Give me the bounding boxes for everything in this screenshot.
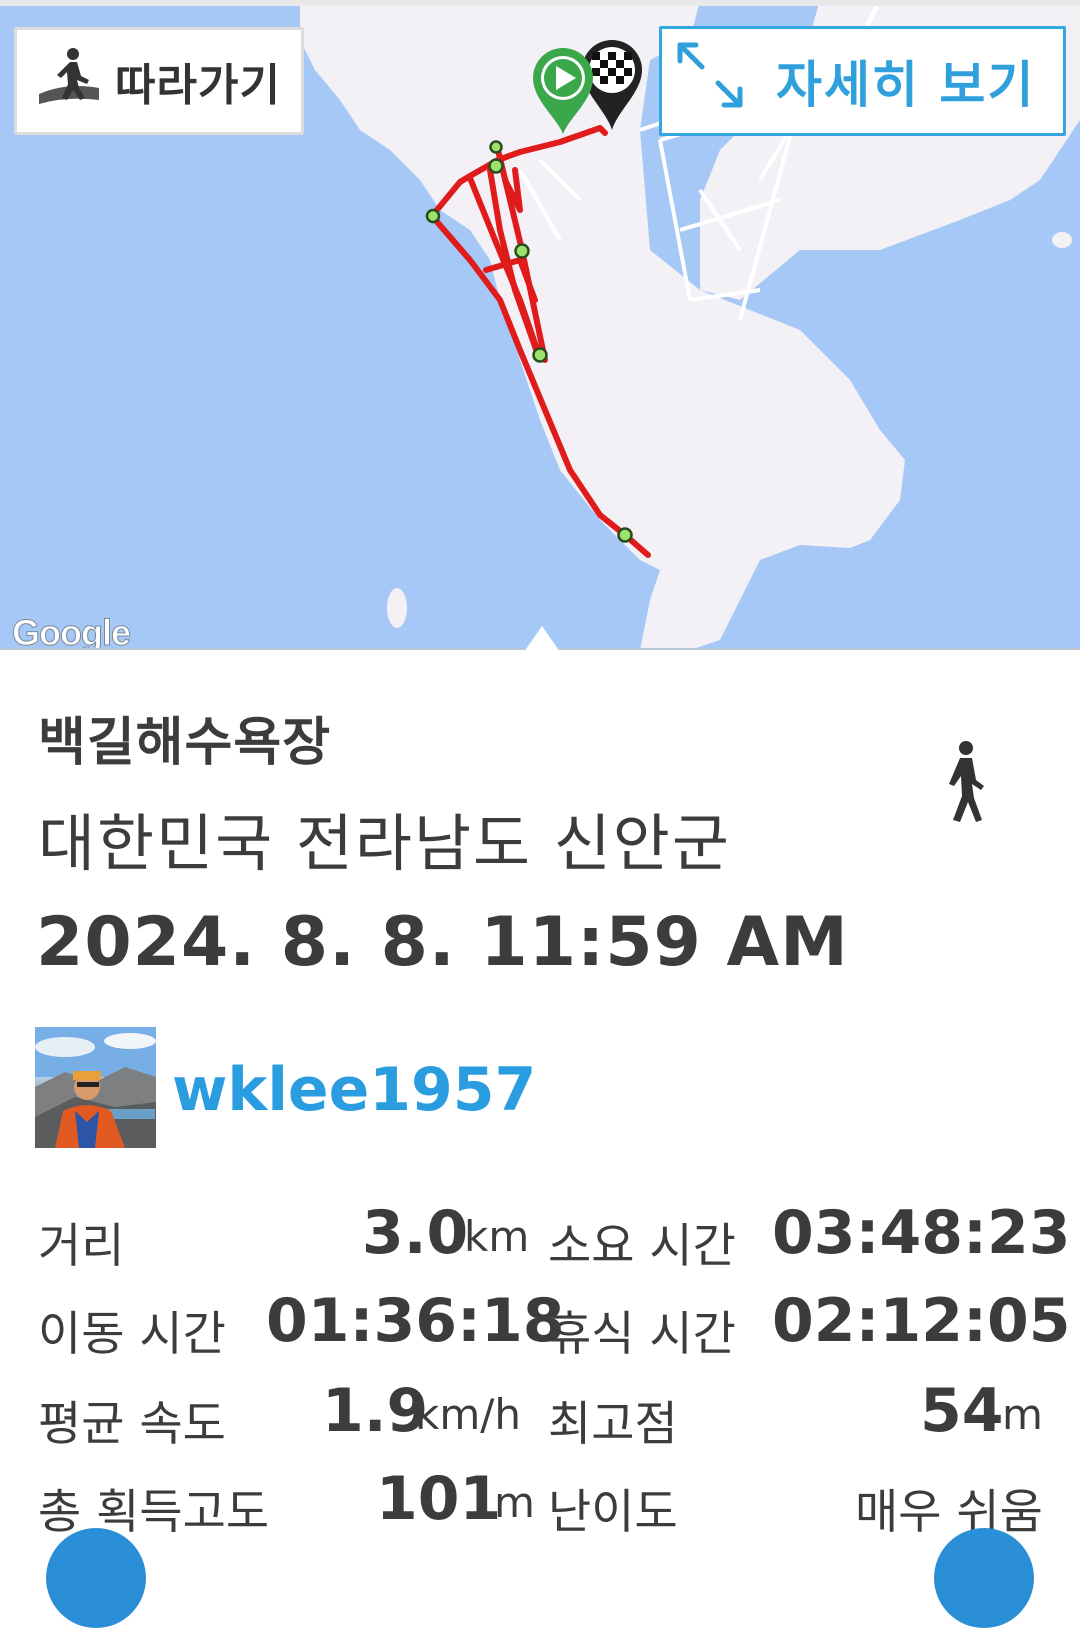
google-attribution: Google bbox=[12, 612, 132, 651]
floating-action-button-left[interactable] bbox=[46, 1528, 146, 1628]
moving-time-label: 이동 시간 bbox=[38, 1307, 226, 1362]
difficulty-label: 난이도 bbox=[548, 1485, 678, 1540]
username-link[interactable]: wklee1957 bbox=[172, 1055, 536, 1125]
region-text: 대한민국 전라남도 신안군 bbox=[38, 807, 731, 880]
distance-unit: km bbox=[464, 1212, 530, 1261]
follow-button-label: 따라가기 bbox=[115, 60, 281, 111]
waypoint-marker bbox=[617, 527, 633, 543]
waypoint-marker bbox=[514, 243, 530, 259]
duration-value: 03:48:23 bbox=[772, 1198, 1071, 1268]
elevation-gain-unit: m bbox=[494, 1478, 535, 1527]
route-map[interactable]: 따라가기 자세히 보기 Google bbox=[0, 0, 1080, 650]
max-altitude-value: 54 bbox=[920, 1376, 1004, 1446]
floating-action-button-right[interactable] bbox=[934, 1528, 1034, 1628]
hiker-icon bbox=[37, 44, 101, 119]
waypoint-marker bbox=[488, 158, 504, 174]
difficulty-value: 매우 쉬움 bbox=[855, 1485, 1043, 1540]
status-strip bbox=[0, 0, 1080, 6]
view-details-button[interactable]: 자세히 보기 bbox=[659, 26, 1066, 136]
follow-button[interactable]: 따라가기 bbox=[14, 27, 304, 135]
distance-label: 거리 bbox=[38, 1219, 125, 1274]
user-avatar[interactable] bbox=[35, 1027, 156, 1148]
avg-speed-label: 평균 속도 bbox=[38, 1397, 226, 1452]
rest-time-label: 휴식 시간 bbox=[548, 1307, 736, 1362]
elevation-gain-label: 총 획득고도 bbox=[38, 1485, 270, 1540]
view-details-label: 자세히 보기 bbox=[776, 56, 1036, 114]
islet bbox=[387, 588, 407, 628]
islet bbox=[1052, 232, 1072, 248]
moving-time-value: 01:36:18 bbox=[266, 1286, 565, 1356]
avg-speed-value: 1.9 bbox=[322, 1376, 429, 1446]
waypoint-marker bbox=[425, 208, 441, 224]
duration-label: 소요 시간 bbox=[548, 1219, 736, 1274]
max-altitude-label: 최고점 bbox=[548, 1397, 678, 1452]
place-name: 백길해수욕장 bbox=[38, 713, 332, 773]
elevation-gain-value: 101 bbox=[376, 1464, 502, 1534]
track-datetime: 2024. 8. 8. 11:59 AM bbox=[36, 903, 849, 982]
expand-icon bbox=[672, 37, 748, 125]
walking-person-icon bbox=[940, 740, 988, 834]
max-altitude-unit: m bbox=[1002, 1390, 1043, 1439]
avg-speed-unit: km/h bbox=[415, 1390, 522, 1439]
distance-value: 3.0 bbox=[362, 1198, 469, 1268]
rest-time-value: 02:12:05 bbox=[772, 1286, 1071, 1356]
waypoint-marker bbox=[532, 347, 548, 363]
waypoint-marker bbox=[489, 140, 503, 154]
map-pointer bbox=[524, 626, 560, 650]
